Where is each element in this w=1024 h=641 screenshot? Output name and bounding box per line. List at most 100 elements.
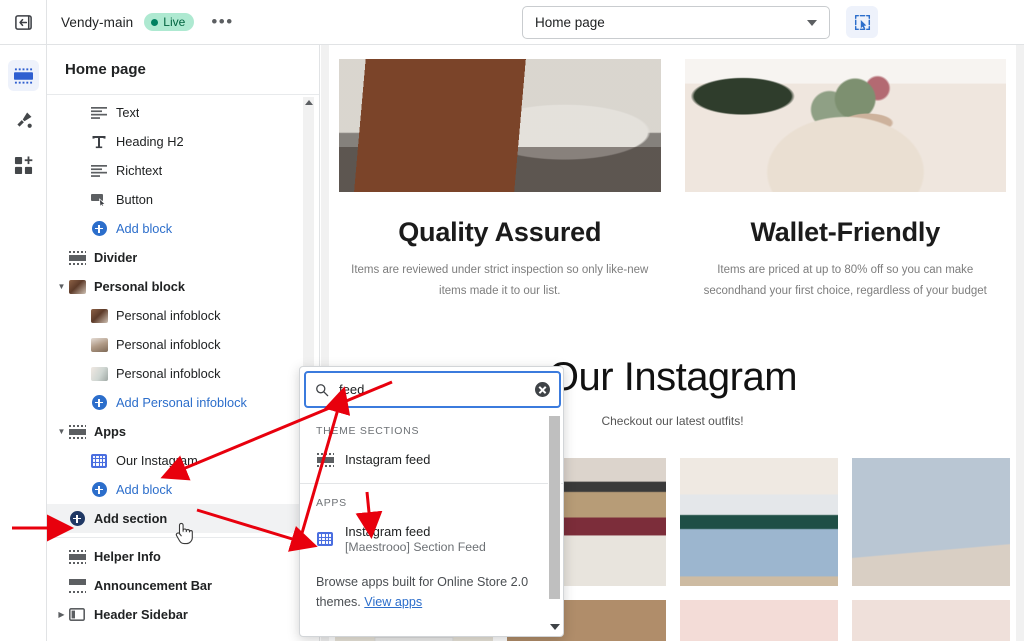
section-icon: [68, 250, 86, 265]
result-item-title: Instagram feed: [345, 452, 431, 467]
sofa-image: [339, 59, 661, 192]
sidebar-item-personal-infoblock[interactable]: Personal infoblock: [47, 330, 319, 359]
chevron-down-icon[interactable]: ▼: [55, 427, 68, 436]
rail-item-sections[interactable]: [7, 60, 39, 91]
sidebar-item-label: Button: [116, 192, 153, 207]
instagram-post[interactable]: [851, 599, 1010, 641]
sidebar-item-label: Our Instagram: [116, 453, 198, 468]
instagram-post[interactable]: [851, 457, 1010, 586]
instagram-post-caption: Getting out of the house for the next 2 …: [374, 637, 454, 641]
scroll-down-icon[interactable]: [550, 624, 560, 630]
status-badge-label: Live: [163, 15, 186, 29]
popup-results: THEME SECTIONS Instagram feed APPS Insta…: [300, 412, 563, 636]
view-apps-link[interactable]: View apps: [364, 595, 422, 609]
chevron-down-icon[interactable]: ▼: [55, 282, 68, 291]
sidebar-item-add-personal-infoblock[interactable]: Add Personal infoblock: [47, 388, 319, 417]
pointing-hand-cursor: [175, 522, 193, 545]
search-input[interactable]: feed: [339, 382, 535, 397]
sidebar-item-add-block[interactable]: Add block: [47, 475, 319, 504]
theme-editor-window: Vendy-main Live ••• Home page Home page …: [0, 0, 1024, 641]
sidebar-item-heading-h2[interactable]: Heading H2: [47, 127, 319, 156]
search-field[interactable]: feed: [304, 371, 561, 408]
instagram-app-icon: [316, 532, 334, 546]
sidebar-item-label: Personal infoblock: [116, 308, 221, 323]
result-item-app-instagram-feed[interactable]: Instagram feed [Maestrooo] Section Feed: [300, 519, 563, 559]
blue-sky-image: [851, 457, 1010, 586]
sidebar-item-personal-block[interactable]: ▼ Personal block: [47, 272, 319, 301]
instagram-post[interactable]: [679, 457, 838, 586]
blue-dress-image: [679, 457, 838, 586]
sidebar-item-richtext[interactable]: Richtext: [47, 156, 319, 185]
feature-card: Quality Assured Items are reviewed under…: [339, 59, 661, 303]
add-section-popover: feed THEME SECTIONS Instagram feed APPS …: [299, 366, 564, 637]
rail-item-apps[interactable]: [8, 150, 39, 181]
feature-card: Wallet-Friendly Items are priced at up t…: [684, 59, 1006, 303]
sidebar-item-personal-infoblock[interactable]: Personal infoblock: [47, 301, 319, 330]
clear-input-icon[interactable]: [535, 382, 550, 397]
sidebar-item-label: Personal block: [94, 279, 186, 294]
select-element-icon: [854, 14, 870, 30]
theme-settings-brush-icon: [16, 112, 32, 128]
section-icon: [68, 424, 86, 439]
sidebar-item-header-sidebar[interactable]: ▶ Header Sidebar: [47, 600, 319, 629]
plus-circle-icon: [90, 482, 108, 497]
sidebar-item-label: Add block: [116, 221, 173, 236]
sidebar-item-label: Header Sidebar: [94, 607, 188, 622]
features-row: Quality Assured Items are reviewed under…: [329, 45, 1016, 303]
pink-room-image: [851, 599, 1010, 641]
collapse-sidebar-button[interactable]: [0, 0, 47, 45]
sections-sidebar: Home page Text Heading H2 Richtext Button Ad…: [47, 45, 320, 641]
section-icon: [316, 452, 334, 467]
sidebar-item-label: Apps: [94, 424, 126, 439]
sidebar-icon: [68, 608, 86, 621]
sidebar-item-label: Add section: [94, 511, 168, 526]
sidebar-item-apps[interactable]: ▼ Apps: [47, 417, 319, 446]
popup-scrollbar[interactable]: [548, 414, 561, 634]
sidebar-scrollbar[interactable]: [303, 97, 314, 385]
page-selector[interactable]: Home page: [522, 6, 830, 39]
shop-name: Vendy-main: [61, 14, 134, 30]
button-cursor-icon: [90, 193, 108, 206]
sidebar-item-button[interactable]: Button: [47, 185, 319, 214]
sidebar-item-label: Announcement Bar: [94, 578, 213, 593]
sidebar-item-label: Divider: [94, 250, 138, 265]
group-label-apps: APPS: [316, 497, 347, 509]
section-tree: Text Heading H2 Richtext Button Add block Div…: [47, 95, 319, 629]
feature-body: Items are reviewed under strict inspecti…: [351, 264, 649, 298]
sidebar-item-label: Add block: [116, 482, 173, 497]
sidebar-item-label: Helper Info: [94, 549, 161, 564]
thumb-sofa-icon: [90, 308, 108, 323]
chevron-right-icon[interactable]: ▶: [55, 610, 68, 619]
plus-circle-icon: [90, 221, 108, 236]
rail-item-theme-settings[interactable]: [8, 105, 39, 136]
pink-rack-image: [679, 599, 838, 641]
browse-apps-text: Browse apps built for Online Store 2.0 t…: [300, 559, 563, 612]
feature-body: Items are priced at up to 80% off so you…: [703, 264, 987, 298]
status-badge: Live: [144, 13, 195, 31]
result-item-subtitle: [Maestrooo] Section Feed: [345, 540, 486, 554]
instagram-app-icon: [90, 453, 108, 468]
thumb-room-icon: [90, 366, 108, 381]
sidebar-item-personal-infoblock[interactable]: Personal infoblock: [47, 359, 319, 388]
sidebar-item-text[interactable]: Text: [47, 98, 319, 127]
sidebar-item-divider[interactable]: Divider: [47, 243, 319, 272]
result-item-theme-instagram-feed[interactable]: Instagram feed: [300, 447, 563, 472]
plus-circle-icon: [90, 395, 108, 410]
more-actions-button[interactable]: •••: [208, 13, 236, 31]
heading-t-icon: [90, 135, 108, 149]
top-bar: Vendy-main Live ••• Home page: [0, 0, 1024, 45]
section-flip-icon: [68, 578, 86, 593]
sidebar-item-add-block[interactable]: Add block: [47, 214, 319, 243]
scroll-up-icon[interactable]: [304, 100, 313, 105]
feature-title: Quality Assured: [398, 217, 602, 247]
search-icon: [316, 383, 329, 396]
group-label-theme-sections: THEME SECTIONS: [316, 425, 420, 437]
popup-scroll-thumb[interactable]: [549, 416, 560, 599]
instagram-post[interactable]: [679, 599, 838, 641]
sidebar-item-announcement-bar[interactable]: Announcement Bar: [47, 571, 319, 600]
richtext-lines-icon: [90, 164, 108, 177]
feature-title: Wallet-Friendly: [750, 217, 941, 247]
section-icon: [68, 549, 86, 564]
sidebar-item-our-instagram[interactable]: Our Instagram: [47, 446, 319, 475]
inspect-element-button[interactable]: [846, 6, 878, 38]
